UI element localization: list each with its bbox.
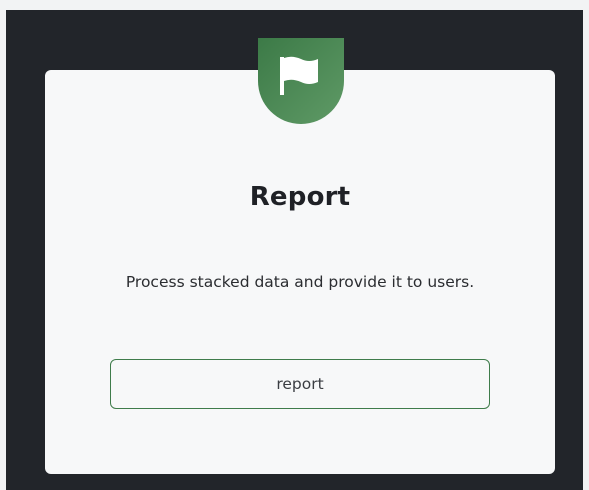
card-description: Process stacked data and provide it to u… bbox=[125, 273, 475, 291]
flag-icon bbox=[258, 38, 344, 124]
flag-badge bbox=[258, 38, 344, 124]
report-button[interactable]: report bbox=[110, 359, 490, 409]
card-title: Report bbox=[249, 182, 351, 212]
